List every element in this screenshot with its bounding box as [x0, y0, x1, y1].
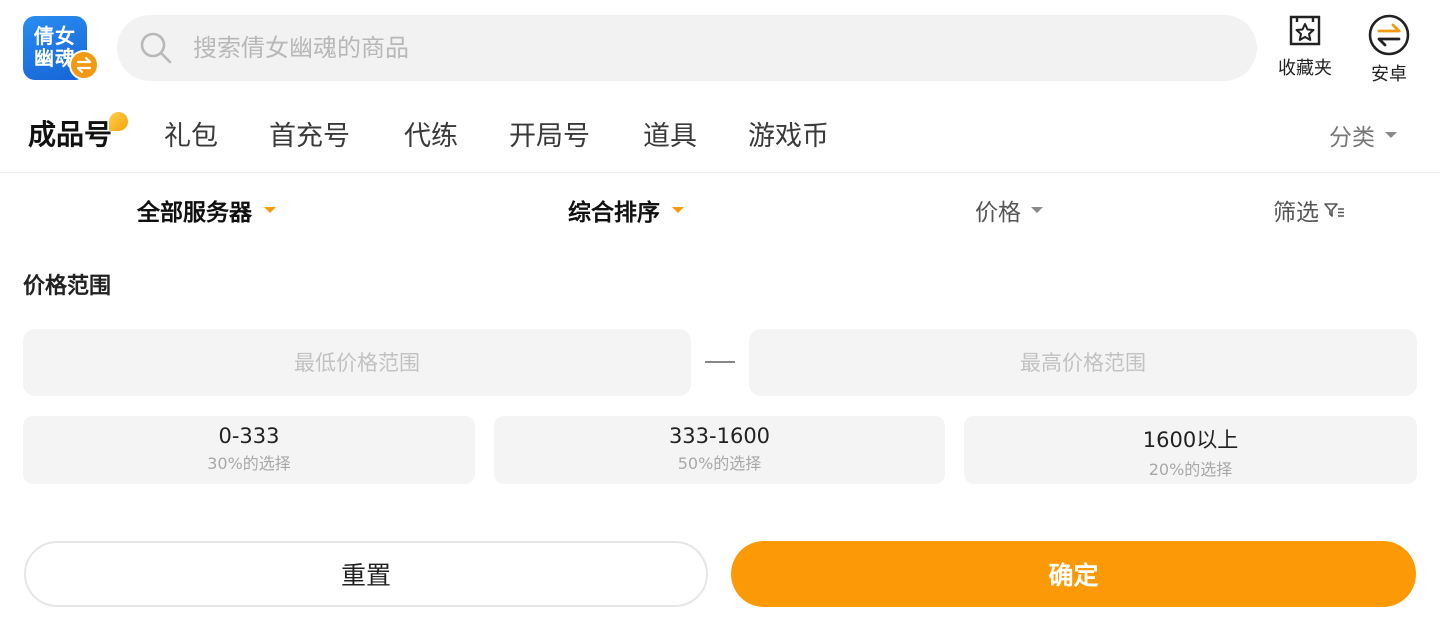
- active-tab-indicator-icon: [109, 112, 128, 131]
- logo-text-line1: 倩女: [34, 24, 76, 48]
- server-filter[interactable]: 全部服务器: [137, 193, 276, 227]
- tab-leveling[interactable]: 代练: [404, 114, 458, 153]
- price-filter-label: 价格: [975, 200, 1021, 226]
- category-menu-button[interactable]: 分类: [1329, 118, 1397, 152]
- caret-down-icon: [1385, 132, 1397, 138]
- swap-arrows-circle-icon: [1368, 14, 1410, 56]
- star-box-icon: [1289, 15, 1321, 46]
- preset-range: 1600以上: [1142, 428, 1239, 452]
- price-filter[interactable]: 价格: [975, 193, 1043, 227]
- preset-share: 30%的选择: [207, 454, 291, 473]
- tab-first-charge[interactable]: 首充号: [269, 114, 350, 153]
- tab-finished-accounts[interactable]: 成品号: [28, 113, 112, 153]
- price-range-title: 价格范围: [23, 274, 112, 299]
- caret-down-icon: [672, 207, 684, 213]
- price-preset-low[interactable]: 0-333 30%的选择: [23, 416, 475, 484]
- category-menu-label: 分类: [1329, 125, 1375, 151]
- tab-game-currency[interactable]: 游戏币: [748, 114, 829, 153]
- favorites-label: 收藏夹: [1278, 58, 1332, 79]
- sort-filter-label: 综合排序: [568, 200, 660, 226]
- preset-share: 50%的选择: [677, 454, 762, 473]
- caret-down-icon: [264, 207, 276, 213]
- tab-items[interactable]: 道具: [643, 114, 697, 153]
- server-filter-label: 全部服务器: [137, 200, 252, 226]
- favorites-button[interactable]: 收藏夹: [1270, 14, 1340, 80]
- price-preset-high[interactable]: 1600以上 20%的选择: [964, 416, 1417, 484]
- confirm-button[interactable]: 确定: [731, 541, 1416, 607]
- preset-range: 333-1600: [668, 424, 771, 448]
- android-label: 安卓: [1371, 64, 1407, 85]
- range-separator: [705, 361, 735, 363]
- filter-funnel-icon: [1324, 203, 1344, 217]
- search-bar[interactable]: [117, 15, 1257, 81]
- advanced-filter[interactable]: 筛选: [1273, 193, 1345, 227]
- caret-down-icon: [1031, 207, 1043, 213]
- preset-range: 0-333: [218, 424, 280, 448]
- search-input[interactable]: [193, 34, 1093, 62]
- divider: [0, 172, 1440, 173]
- android-button[interactable]: 安卓: [1354, 14, 1424, 86]
- app-logo[interactable]: 倩女 幽魂: [23, 16, 99, 80]
- category-tabs: 成品号 礼包 首充号 代练 开局号 道具 游戏币 分类: [0, 108, 1440, 156]
- price-preset-mid[interactable]: 333-1600 50%的选择: [494, 416, 945, 484]
- search-icon: [140, 32, 172, 64]
- preset-share: 20%的选择: [1148, 460, 1233, 479]
- tab-starter-accounts[interactable]: 开局号: [509, 114, 590, 153]
- reset-button[interactable]: 重置: [24, 541, 708, 607]
- tab-gift-packs[interactable]: 礼包: [164, 114, 218, 153]
- min-price-input[interactable]: [23, 329, 691, 396]
- advanced-filter-label: 筛选: [1273, 200, 1319, 226]
- sort-filter[interactable]: 综合排序: [568, 193, 684, 227]
- filter-bar: 全部服务器 综合排序 价格 筛选: [0, 188, 1440, 230]
- max-price-input[interactable]: [749, 329, 1417, 396]
- swap-arrows-icon: [69, 50, 99, 80]
